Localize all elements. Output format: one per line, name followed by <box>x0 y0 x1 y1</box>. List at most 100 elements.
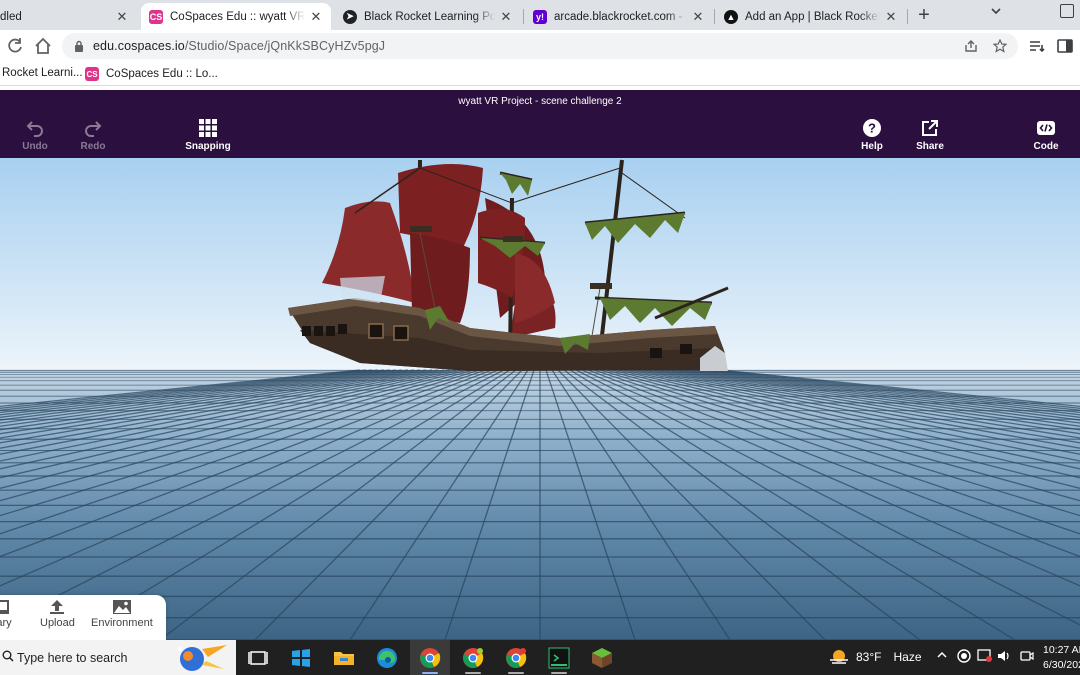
browser-toolbar: edu.cospaces.io/Studio/Space/jQnKkSBCyHZ… <box>0 30 1080 62</box>
redo-button[interactable]: Redo <box>63 118 123 152</box>
share-page-icon[interactable] <box>964 39 978 53</box>
file-explorer-icon[interactable] <box>331 645 357 671</box>
snapping-button[interactable]: Snapping <box>178 118 238 152</box>
taskbar-search-box[interactable]: Type here to search <box>0 640 236 675</box>
clock-time: 10:27 AM <box>1043 644 1080 656</box>
chrome-profile-icon[interactable] <box>503 645 529 671</box>
system-clock[interactable]: 10:27 AM 6/30/2022 <box>1043 643 1080 673</box>
tab-black-rocket-portal[interactable]: ➤ Black Rocket Learning Portal ✕ <box>335 3 521 30</box>
terminal-app-icon[interactable] <box>546 645 572 671</box>
yahoo-favicon-icon: y! <box>533 9 547 24</box>
meet-now-icon[interactable] <box>1020 649 1034 663</box>
cospaces-favicon-icon: CS <box>149 9 163 24</box>
undo-icon <box>26 121 43 137</box>
record-icon[interactable] <box>957 649 971 663</box>
code-button[interactable]: Code <box>1016 118 1076 152</box>
weather-widget[interactable]: 83°F Haze <box>828 648 922 666</box>
grid-icon <box>199 119 217 137</box>
reading-list-icon[interactable] <box>1027 36 1047 56</box>
help-icon: ? <box>863 119 881 137</box>
project-title: wyatt VR Project - scene challenge 2 <box>458 96 622 107</box>
tab-separator <box>907 9 908 24</box>
search-icon <box>2 650 14 662</box>
environment-button[interactable]: Environment <box>91 599 153 629</box>
lock-icon[interactable] <box>74 40 84 52</box>
svg-text:?: ? <box>868 121 876 136</box>
url-host: edu.cospaces.io <box>93 39 185 53</box>
active-indicator <box>422 672 438 674</box>
side-panel-icon[interactable] <box>1055 36 1075 56</box>
running-indicator <box>465 672 481 674</box>
haze-sun-icon <box>830 650 848 664</box>
window-restore-icon[interactable] <box>1060 4 1074 18</box>
library-button[interactable]: ary <box>0 599 12 629</box>
environment-icon <box>112 600 131 614</box>
edge-browser-icon[interactable] <box>374 645 400 671</box>
compass-favicon-icon: ➤ <box>343 9 357 24</box>
undo-label: Undo <box>22 141 48 152</box>
running-indicator <box>508 672 524 674</box>
library-label: ary <box>0 617 12 629</box>
environment-label: Environment <box>91 617 153 629</box>
search-placeholder: Type here to search <box>17 651 128 665</box>
help-button[interactable]: ? Help <box>842 118 902 152</box>
redo-label: Redo <box>80 141 106 152</box>
chevron-down-icon[interactable] <box>990 5 1002 17</box>
reload-icon[interactable] <box>5 36 25 56</box>
clock-date: 6/30/2022 <box>1043 659 1080 671</box>
close-icon[interactable]: ✕ <box>115 9 129 25</box>
windows-taskbar: Type here to search 83°F Haze 10:27 A 6/… <box>0 640 1080 675</box>
volume-icon[interactable] <box>997 649 1013 663</box>
close-icon[interactable]: ✕ <box>309 9 323 25</box>
code-label: Code <box>1033 141 1059 152</box>
close-icon[interactable]: ✕ <box>691 9 705 25</box>
weather-desc: Haze <box>893 650 922 664</box>
cospaces-header: wyatt VR Project - scene challenge 2 Und… <box>0 90 1080 158</box>
url-text: edu.cospaces.io/Studio/Space/jQnKkSBCyHZ… <box>93 39 385 53</box>
task-view-icon[interactable] <box>245 645 271 671</box>
tab-title: dled <box>0 10 22 23</box>
browser-tab-strip: dled ✕ CS CoSpaces Edu :: wyatt VR Pro ✕… <box>0 0 1080 30</box>
new-tab-button[interactable]: + <box>914 4 934 27</box>
bookmarks-bar: Rocket Learni... CS CoSpaces Edu :: Lo..… <box>0 62 1080 86</box>
close-icon[interactable]: ✕ <box>499 9 513 25</box>
chrome-profile-icon[interactable] <box>460 645 486 671</box>
share-icon <box>922 120 938 136</box>
tab-title: Add an App | Black Rocket Ar <box>745 10 880 23</box>
microsoft-store-icon[interactable] <box>288 645 314 671</box>
close-icon[interactable]: ✕ <box>884 9 898 25</box>
redo-icon <box>85 121 102 137</box>
weather-temp: 83°F <box>856 650 882 664</box>
tab-untitled[interactable]: dled ✕ <box>0 3 137 30</box>
network-icon[interactable] <box>977 649 993 663</box>
snapping-label: Snapping <box>185 141 231 152</box>
bookmark-rocket-learning[interactable]: Rocket Learni... <box>2 67 83 79</box>
share-button[interactable]: Share <box>900 118 960 152</box>
search-highlight-icon <box>178 645 227 671</box>
upload-button[interactable]: Upload <box>40 599 75 629</box>
upload-label: Upload <box>40 617 75 629</box>
tab-separator <box>523 9 524 24</box>
bookmark-star-icon[interactable] <box>993 39 1007 53</box>
scene-viewport[interactable] <box>0 158 1080 640</box>
undo-button[interactable]: Undo <box>5 118 65 152</box>
tab-cospaces[interactable]: CS CoSpaces Edu :: wyatt VR Pro ✕ <box>141 3 331 30</box>
tab-separator <box>714 9 715 24</box>
tab-title: Black Rocket Learning Portal <box>364 10 495 23</box>
chevron-up-icon[interactable] <box>936 649 948 661</box>
screen: dled ✕ CS CoSpaces Edu :: wyatt VR Pro ✕… <box>0 0 1080 675</box>
tab-arcade-yahoo[interactable]: y! arcade.blackrocket.com - Yah ✕ <box>525 3 713 30</box>
library-icon <box>0 600 9 614</box>
scene-canvas[interactable] <box>0 158 1080 640</box>
home-icon[interactable] <box>33 36 53 56</box>
running-indicator <box>551 672 567 674</box>
bookmark-label: Rocket Learni... <box>2 67 83 79</box>
rocket-favicon-icon: ▲ <box>724 9 738 24</box>
chrome-icon[interactable] <box>417 645 443 671</box>
code-icon <box>1037 121 1055 135</box>
cospaces-favicon-icon: CS <box>85 67 99 81</box>
address-bar[interactable]: edu.cospaces.io/Studio/Space/jQnKkSBCyHZ… <box>62 33 1018 59</box>
bookmark-cospaces[interactable]: CS CoSpaces Edu :: Lo... <box>85 67 218 81</box>
minecraft-icon[interactable] <box>589 645 615 671</box>
tab-add-an-app[interactable]: ▲ Add an App | Black Rocket Ar ✕ <box>716 3 906 30</box>
